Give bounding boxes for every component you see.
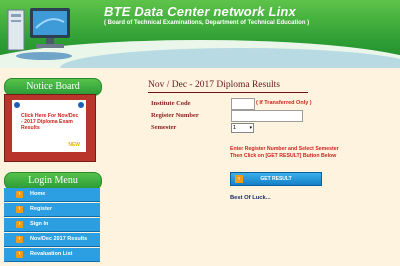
pin-icon [14, 102, 20, 108]
register-number-input[interactable] [231, 110, 303, 122]
best-of-luck-text: Best Of Luck... [230, 195, 271, 201]
notice-board[interactable]: Click Here For Nov/Dec - 2017 Diploma Ex… [4, 94, 96, 162]
arrow-right-icon: › [16, 191, 23, 198]
site-header: BTE Data Center network Linx ( Board of … [0, 0, 400, 68]
menu-item-label: Register [30, 206, 53, 212]
arrow-right-icon: › [16, 206, 23, 213]
title-divider [148, 92, 308, 93]
menu-item-sign-in[interactable]: › Sign In [4, 218, 100, 232]
menu-item-label: Nov/Dec 2017 Results [30, 236, 88, 242]
instructions: Enter Register Number and Select Semeste… [230, 146, 380, 160]
register-number-label: Register Number [151, 112, 199, 119]
semester-label: Semester [151, 124, 177, 131]
instruction-line-2: Then Click on [GET RESULT] Button Below [230, 153, 337, 159]
arrow-right-icon: › [16, 236, 23, 243]
notice-link[interactable]: Click Here For Nov/Dec - 2017 Diploma Ex… [21, 113, 81, 131]
arrow-right-icon: › [16, 251, 23, 258]
site-subtitle: ( Board of Technical Examinations, Depar… [104, 20, 310, 26]
transfer-note: ( If Transferred Only ) [256, 100, 312, 106]
institute-code-label: Institute Code [151, 100, 191, 107]
menu-item-label: Home [30, 191, 46, 197]
institute-code-input[interactable] [231, 98, 255, 110]
new-badge: NEW [68, 142, 80, 148]
arrow-right-icon: › [16, 221, 23, 228]
arrow-right-icon: › [235, 175, 243, 183]
menu-item-label: Revaluation List [30, 251, 73, 257]
semester-value: 1 [233, 125, 237, 131]
semester-select[interactable]: 1 ▾ [231, 123, 254, 133]
menu-item-register[interactable]: › Register [4, 203, 100, 217]
menu-item-results[interactable]: › Nov/Dec 2017 Results [4, 233, 100, 247]
get-result-label: GET RESULT [260, 176, 292, 182]
computer-logo-icon [7, 8, 72, 60]
chevron-down-icon: ▾ [249, 125, 252, 131]
pin-icon [78, 102, 84, 108]
page-title: Nov / Dec - 2017 Diploma Results [148, 80, 280, 90]
menu-item-revaluation[interactable]: › Revaluation List [4, 248, 100, 262]
login-menu: › Home › Register › Sign In › Nov/Dec 20… [4, 188, 100, 263]
notice-paper: Click Here For Nov/Dec - 2017 Diploma Ex… [12, 100, 86, 152]
menu-item-label: Sign In [30, 221, 49, 227]
get-result-button[interactable]: › GET RESULT [230, 172, 322, 186]
menu-item-home[interactable]: › Home [4, 188, 100, 202]
site-title: BTE Data Center network Linx [104, 4, 296, 19]
instruction-line-1: Enter Register Number and Select Semeste… [230, 146, 339, 152]
